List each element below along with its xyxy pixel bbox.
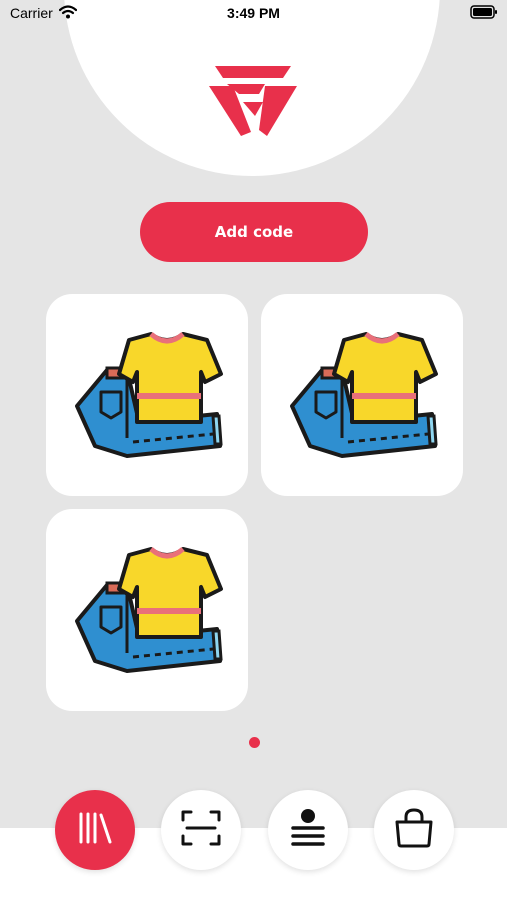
page-indicator-dot: [249, 737, 260, 748]
profile-list-icon: [290, 808, 326, 853]
clothes-icon: [282, 330, 442, 460]
product-card[interactable]: [261, 294, 463, 496]
carrier-label: Carrier: [10, 5, 53, 21]
scan-icon: [181, 810, 221, 851]
clothes-icon: [67, 330, 227, 460]
status-left: Carrier: [10, 4, 77, 22]
library-icon: [77, 812, 113, 849]
add-code-button[interactable]: Add code: [140, 202, 368, 262]
wifi-icon: [58, 4, 77, 22]
clothes-icon: [67, 545, 227, 675]
nav-bag-button[interactable]: [374, 790, 454, 870]
nav-scan-button[interactable]: [161, 790, 241, 870]
status-right: [470, 4, 498, 22]
brand-logo: [205, 62, 301, 138]
nav-profile-button[interactable]: [268, 790, 348, 870]
battery-icon: [470, 4, 498, 22]
product-card[interactable]: [46, 294, 248, 496]
shopping-bag-icon: [393, 807, 435, 853]
status-bar: Carrier 3:49 PM: [0, 0, 507, 26]
product-card[interactable]: [46, 509, 248, 711]
nav-library-button[interactable]: [55, 790, 135, 870]
